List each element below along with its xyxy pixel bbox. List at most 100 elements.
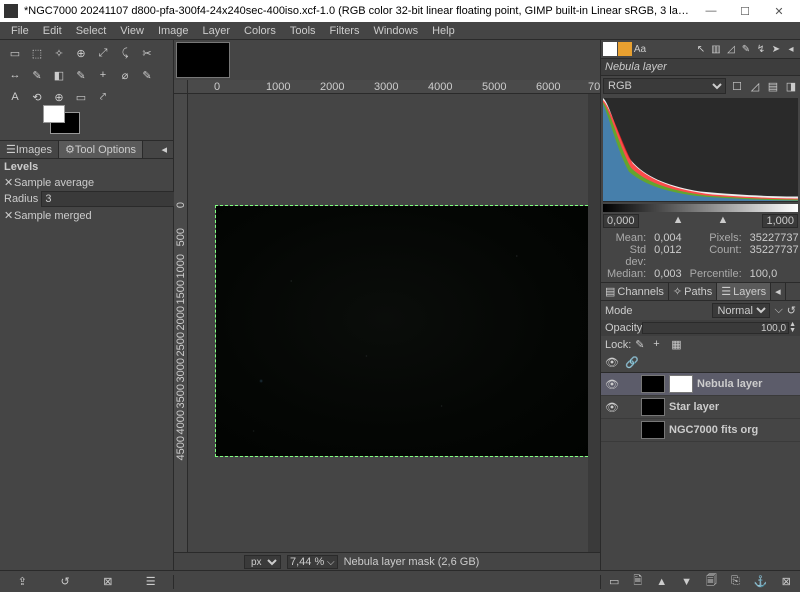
channel-select[interactable]: RGB: [603, 78, 726, 94]
delete-layer-icon[interactable]: ⊠: [782, 575, 791, 589]
color-swatch[interactable]: [0, 110, 173, 136]
refresh-icon[interactable]: ↺: [58, 575, 72, 589]
scrollbar-vertical[interactable]: [588, 94, 600, 552]
layer-thumb[interactable]: [641, 398, 665, 416]
layer-mask-thumb[interactable]: [669, 375, 693, 393]
tab-paths[interactable]: ✧Paths: [669, 283, 717, 300]
menu-help[interactable]: Help: [425, 23, 462, 39]
linear-hist-icon[interactable]: ☐: [730, 79, 744, 93]
menu-colors[interactable]: Colors: [237, 23, 283, 39]
nav-icon[interactable]: ✎: [739, 42, 753, 56]
tool-move[interactable]: ⤢: [94, 44, 112, 62]
lock-pixels-icon[interactable]: ✎: [635, 338, 649, 352]
tool-shear[interactable]: ✂: [138, 44, 156, 62]
layer-name[interactable]: NGC7000 fits org: [669, 424, 758, 436]
tool-ink[interactable]: ✎: [138, 66, 156, 84]
tool-text[interactable]: A: [6, 88, 24, 106]
arrow-icon[interactable]: ➤: [769, 42, 783, 56]
layer-row[interactable]: 👁 Star layer: [601, 396, 800, 419]
log-hist-icon[interactable]: ◿: [748, 79, 762, 93]
gamma-icon[interactable]: ◨: [784, 79, 798, 93]
mode-reset-icon[interactable]: ↺: [787, 304, 796, 317]
mode-select[interactable]: Normal: [712, 303, 770, 318]
tool-zoom[interactable]: ⤤: [94, 88, 112, 106]
close-button[interactable]: ✕: [762, 0, 796, 22]
image-view[interactable]: [216, 206, 588, 456]
tab-images[interactable]: ☰Images: [0, 141, 59, 158]
histogram-lin-icon[interactable]: ▥: [709, 42, 723, 56]
minimize-button[interactable]: —: [694, 0, 728, 22]
tab-layers[interactable]: ☰Layers: [717, 283, 771, 300]
histogram[interactable]: [603, 98, 798, 202]
new-layer-icon[interactable]: ▭: [609, 575, 619, 589]
menu-windows[interactable]: Windows: [366, 23, 425, 39]
ruler-vertical[interactable]: 050010001500200025003000350040004500: [174, 94, 188, 552]
upload-icon[interactable]: ⇪: [15, 575, 29, 589]
layer-row[interactable]: NGC7000 fits org: [601, 419, 800, 442]
panel-menu-arrow-2[interactable]: ◂: [771, 283, 786, 300]
panel-menu-arrow[interactable]: ◂: [784, 42, 798, 56]
text-tab-icon[interactable]: Aa: [633, 42, 647, 56]
lock-position-icon[interactable]: +: [653, 338, 667, 352]
layer-thumb[interactable]: [641, 375, 665, 393]
tool-crop[interactable]: ⊕: [72, 44, 90, 62]
menu-tools[interactable]: Tools: [283, 23, 323, 39]
menu-icon[interactable]: ☰: [144, 575, 158, 589]
eye-icon[interactable]: 👁: [605, 378, 619, 391]
histogram-tab-icon[interactable]: [603, 42, 617, 56]
ruler-horizontal[interactable]: 01000200030004000500060007000: [188, 80, 600, 94]
tool-fuzzy-select[interactable]: ✧: [50, 44, 68, 62]
tab-menu-arrow[interactable]: ◂: [155, 141, 173, 158]
sample-average-checkbox[interactable]: ✕: [4, 176, 14, 189]
tool-bucket[interactable]: ◧: [50, 66, 68, 84]
duplicate-layer-icon[interactable]: 🗐: [706, 575, 717, 589]
layer-thumb[interactable]: [641, 421, 665, 439]
tool-pencil[interactable]: ✎: [28, 66, 46, 84]
histogram-log-icon[interactable]: ◿: [724, 42, 738, 56]
sample-merged-checkbox[interactable]: ✕: [4, 209, 14, 222]
layer-row[interactable]: 👁 Nebula layer: [601, 373, 800, 396]
eye-icon[interactable]: 👁: [605, 401, 619, 414]
merge-layer-icon[interactable]: ⎘: [731, 575, 740, 589]
range-low[interactable]: 0,000: [603, 214, 639, 228]
colors-tab-icon[interactable]: [618, 42, 632, 56]
anchor-layer-icon[interactable]: ⚓: [754, 575, 768, 589]
zoom-combo[interactable]: 7,44 % ⌵: [287, 555, 338, 569]
tool-free-select[interactable]: ⬚: [28, 44, 46, 62]
tool-flip[interactable]: ↔: [6, 66, 24, 84]
maximize-button[interactable]: ☐: [728, 0, 762, 22]
range-high[interactable]: 1,000: [762, 214, 798, 228]
opacity-spinner[interactable]: ▲▼: [789, 322, 796, 334]
tool-path[interactable]: ⟲: [28, 88, 46, 106]
lock-alpha-icon[interactable]: ▦: [671, 338, 685, 352]
mode-switch-icon[interactable]: ⌵: [774, 304, 782, 317]
layer-name[interactable]: Star layer: [669, 401, 719, 413]
menu-image[interactable]: Image: [151, 23, 196, 39]
unit-select[interactable]: px: [244, 555, 281, 569]
raise-layer-icon[interactable]: ▲: [656, 575, 667, 589]
image-tab-thumb[interactable]: [176, 42, 230, 78]
canvas[interactable]: [188, 94, 588, 552]
tool-heal[interactable]: +: [94, 66, 112, 84]
lower-layer-icon[interactable]: ▼: [681, 575, 692, 589]
perceptual-icon[interactable]: ▤: [766, 79, 780, 93]
menu-filters[interactable]: Filters: [323, 23, 367, 39]
opacity-slider[interactable]: 100,0: [642, 322, 789, 334]
tab-tool-options[interactable]: ⚙Tool Options: [59, 141, 143, 158]
menu-view[interactable]: View: [113, 23, 151, 39]
layer-name[interactable]: Nebula layer: [697, 378, 762, 390]
menu-file[interactable]: File: [4, 23, 36, 39]
tool-rect-select[interactable]: ▭: [6, 44, 24, 62]
new-group-icon[interactable]: 🗎: [633, 575, 642, 589]
tool-rotate[interactable]: ⤹: [116, 44, 134, 62]
radius-input[interactable]: [41, 191, 191, 207]
tool-measure[interactable]: ▭: [72, 88, 90, 106]
tool-colorpicker[interactable]: ⊕: [50, 88, 68, 106]
delete-icon[interactable]: ⊠: [101, 575, 115, 589]
ruler-corner[interactable]: [174, 80, 188, 94]
menu-select[interactable]: Select: [69, 23, 114, 39]
menu-edit[interactable]: Edit: [36, 23, 69, 39]
tab-channels[interactable]: ▤Channels: [601, 283, 669, 300]
cursor-icon[interactable]: ↯: [754, 42, 768, 56]
pointer-icon[interactable]: ↖: [694, 42, 708, 56]
